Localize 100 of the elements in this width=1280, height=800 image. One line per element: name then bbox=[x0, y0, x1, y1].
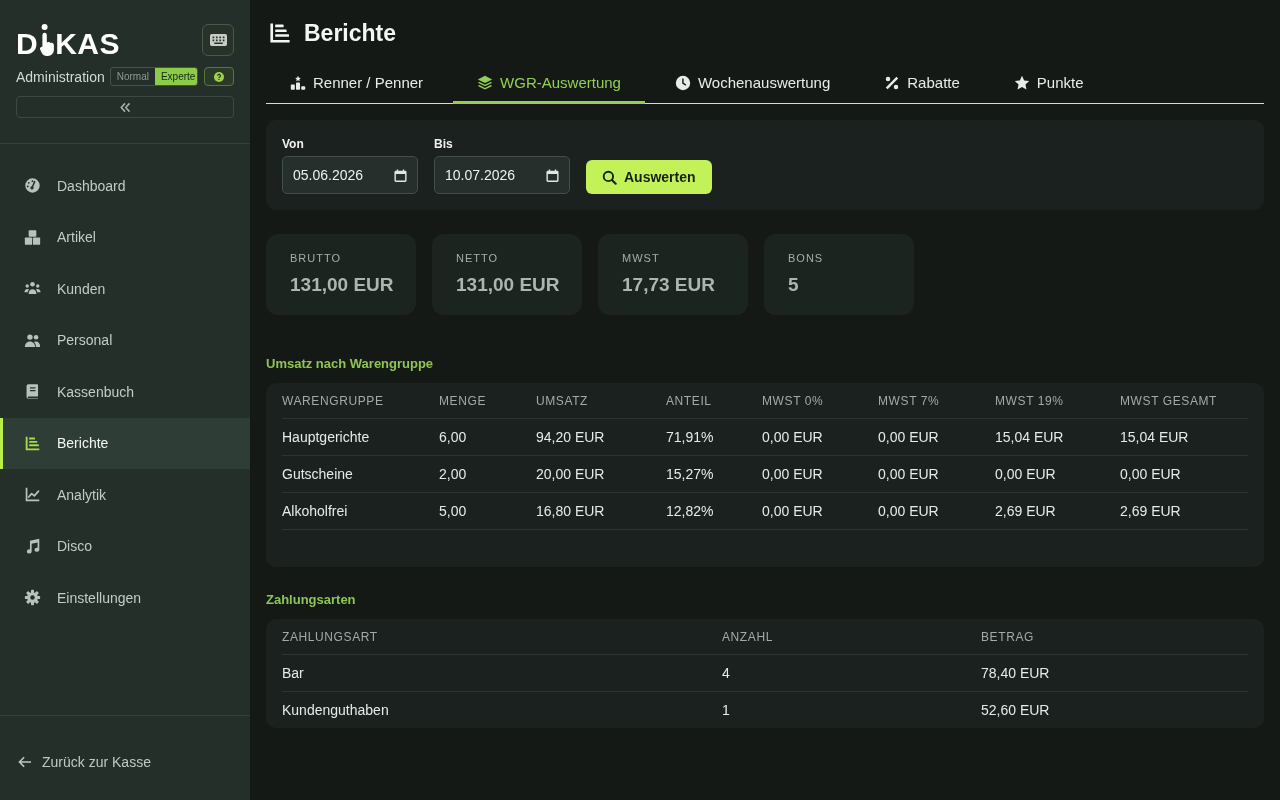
table-cell-text: 0,00 EUR bbox=[878, 503, 940, 519]
double-chevron-left-icon bbox=[119, 101, 131, 113]
table-cell-text: 20,00 EUR bbox=[536, 466, 606, 482]
nav-item[interactable]: Dashboard bbox=[0, 160, 250, 212]
stat-label: BRUTTO bbox=[290, 252, 342, 264]
table-cell-text: 0,00 EUR bbox=[762, 429, 824, 445]
percent-icon bbox=[884, 74, 901, 91]
table-cell-text: 94,20 EUR bbox=[536, 429, 606, 445]
table-cell-text: 15,27% bbox=[666, 466, 715, 482]
table-cell-text: 4 bbox=[722, 665, 731, 681]
nav-item[interactable]: Kunden bbox=[0, 263, 250, 315]
table-cell-text: 2,00 bbox=[439, 466, 468, 482]
field-label: Bis bbox=[434, 136, 454, 152]
column-header: ZAHLUNGSART bbox=[282, 629, 379, 644]
column-header: MWST 19% bbox=[995, 393, 1065, 408]
table-cell-text: 0,00 EUR bbox=[762, 503, 824, 519]
table-cell-text: 2,69 EUR bbox=[1120, 503, 1182, 519]
help-icon bbox=[214, 71, 225, 82]
pointing-finger-icon bbox=[40, 24, 55, 56]
tab[interactable]: WGR-Auswertung bbox=[453, 64, 645, 104]
gear-icon bbox=[24, 589, 41, 607]
stat-value: 17,73 EUR bbox=[622, 273, 715, 297]
table-cell-text: 71,91% bbox=[666, 429, 715, 445]
nav-item[interactable]: Kassenbuch bbox=[0, 366, 250, 418]
tab[interactable]: Wochenauswertung bbox=[650, 64, 855, 104]
date-field[interactable]: 05.06.2026 bbox=[282, 156, 418, 194]
table-cell-text: 0,00 EUR bbox=[878, 429, 940, 445]
stat-label: BONS bbox=[788, 252, 824, 264]
table-cell-text: 6,00 bbox=[439, 429, 468, 445]
table-cell-text: Gutscheine bbox=[282, 466, 354, 482]
admin-label: Administration bbox=[16, 68, 105, 85]
table-cell-text: 15,04 EUR bbox=[1120, 429, 1190, 445]
table-cell-text: Kundenguthaben bbox=[282, 702, 390, 718]
section-title: Zahlungsarten bbox=[266, 592, 357, 608]
calendar-icon bbox=[546, 168, 559, 182]
table-cell-text: 0,00 EUR bbox=[878, 466, 940, 482]
tab[interactable]: Renner / Penner bbox=[266, 64, 448, 104]
table-cell-text: 52,60 EUR bbox=[981, 702, 1051, 718]
column-header: ANZAHL bbox=[722, 629, 774, 644]
bar-list-icon bbox=[268, 21, 292, 45]
table-cell-text: 0,00 EUR bbox=[1120, 466, 1182, 482]
column-header: MWST GESAMT bbox=[1120, 393, 1219, 408]
table-cell-text: 1 bbox=[722, 702, 731, 718]
table-cell-text: Bar bbox=[282, 665, 305, 681]
keyboard-button[interactable] bbox=[202, 24, 234, 56]
logo-text: KAS bbox=[55, 32, 120, 56]
tab[interactable]: Punkte bbox=[989, 64, 1108, 104]
back-link[interactable]: Zurück zur Kasse bbox=[18, 754, 151, 770]
mode-option[interactable]: Normal bbox=[110, 68, 155, 85]
nav-item[interactable]: Berichte bbox=[0, 417, 250, 469]
gauge-icon bbox=[24, 177, 41, 195]
tab[interactable]: Rabatte bbox=[860, 64, 984, 104]
table-cell-text: 16,80 EUR bbox=[536, 503, 606, 519]
nav-item[interactable]: Disco bbox=[0, 520, 250, 572]
page-title: Berichte bbox=[304, 20, 397, 46]
column-header: WARENGRUPPE bbox=[282, 393, 385, 408]
column-header: MWST 7% bbox=[878, 393, 941, 408]
layers-icon bbox=[477, 74, 494, 91]
table-cell-text: 12,82% bbox=[666, 503, 715, 519]
keyboard-icon bbox=[209, 34, 227, 46]
calendar-icon bbox=[394, 168, 407, 182]
stat-value: 131,00 EUR bbox=[290, 273, 394, 297]
stat-value: 5 bbox=[788, 273, 799, 297]
music-note-icon bbox=[24, 537, 41, 555]
nav-item[interactable]: Artikel bbox=[0, 211, 250, 263]
evaluate-button[interactable]: Auswerten bbox=[586, 160, 712, 194]
clock-icon bbox=[674, 74, 691, 91]
table-cell-text: Hauptgerichte bbox=[282, 429, 371, 445]
table-cell-text: 78,40 EUR bbox=[981, 665, 1051, 681]
section-title: Umsatz nach Warengruppe bbox=[266, 356, 435, 372]
star-icon bbox=[1013, 74, 1030, 91]
stat-value: 131,00 EUR bbox=[456, 273, 560, 297]
column-header: MENGE bbox=[439, 393, 487, 408]
table-cell-text: 5,00 bbox=[439, 503, 468, 519]
ranking-icon bbox=[290, 74, 306, 91]
column-header: ANTEIL bbox=[666, 393, 713, 408]
table-cell-text: Alkoholfrei bbox=[282, 503, 349, 519]
table-cell-text: 15,04 EUR bbox=[995, 429, 1065, 445]
mode-option[interactable]: Experte bbox=[154, 68, 198, 85]
column-header: BETRAG bbox=[981, 629, 1035, 644]
search-icon bbox=[602, 169, 617, 185]
column-header: MWST 0% bbox=[762, 393, 825, 408]
nav-item[interactable]: Personal bbox=[0, 314, 250, 366]
column-header: UMSATZ bbox=[536, 393, 590, 408]
boxes-icon bbox=[24, 228, 41, 246]
two-users-icon bbox=[24, 331, 41, 349]
stat-label: NETTO bbox=[456, 252, 499, 264]
bar-list-icon bbox=[24, 434, 41, 452]
stat-label: MWST bbox=[622, 252, 660, 264]
date-field[interactable]: 10.07.2026 bbox=[434, 156, 570, 194]
arrow-left-icon bbox=[18, 756, 32, 768]
table-cell-text: 2,69 EUR bbox=[995, 503, 1057, 519]
nav-item[interactable]: Einstellungen bbox=[0, 572, 250, 624]
help-button[interactable] bbox=[204, 67, 234, 86]
table-cell-text: 0,00 EUR bbox=[762, 466, 824, 482]
table-cell-text: 0,00 EUR bbox=[995, 466, 1057, 482]
line-chart-icon bbox=[24, 486, 41, 504]
nav-item[interactable]: Analytik bbox=[0, 469, 250, 521]
book-icon bbox=[24, 383, 41, 401]
logo-text: D bbox=[16, 32, 39, 56]
